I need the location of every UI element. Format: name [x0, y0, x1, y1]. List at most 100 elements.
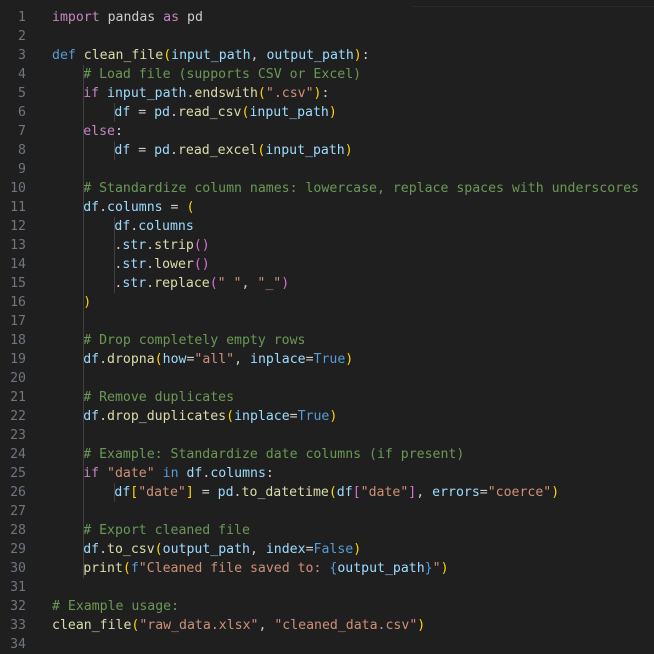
code-token: read_excel — [177, 142, 258, 158]
code-token: "all" — [194, 351, 235, 367]
code-token: "Cleaned file saved to: — [138, 560, 330, 576]
code-token: : — [321, 85, 330, 101]
code-token: index — [265, 541, 306, 557]
indent-guide — [83, 64, 85, 578]
code-token: ) — [328, 104, 337, 120]
code-token: output_path — [266, 47, 354, 63]
line-number: 24 — [10, 446, 26, 462]
code-line[interactable]: 4 # Load file (supports CSV or Excel) — [0, 65, 654, 84]
code-line[interactable]: 26 df["date"] = pd.to_datetime(df["date"]… — [0, 483, 654, 502]
code-token: pandas — [99, 9, 164, 25]
code-token: # Example usage: — [52, 598, 180, 614]
line-number: 31 — [10, 579, 26, 595]
code-line[interactable]: 5 if input_path.endswith(".csv"): — [0, 84, 654, 103]
code-line[interactable]: 15 .str.replace(" ", "_") — [0, 274, 654, 293]
code-line[interactable]: 6 df = pd.read_csv(input_path) — [0, 103, 654, 122]
code-token: pd — [154, 142, 170, 158]
code-editor[interactable]: 1 import pandas as pd 2 3 def clean_file(inp… — [0, 0, 654, 652]
code-token: True — [313, 351, 346, 367]
line-number: 33 — [10, 617, 26, 633]
code-token: else — [83, 123, 115, 139]
line-number: 28 — [10, 522, 26, 538]
line-number: 22 — [10, 408, 26, 424]
line-code: clean_file("raw_data.xlsx", "cleaned_dat… — [52, 616, 425, 635]
code-line[interactable]: 33 clean_file("raw_data.xlsx", "cleaned_d… — [0, 616, 654, 635]
code-line[interactable]: 32 # Example usage: — [0, 597, 654, 616]
line-number: 1 — [18, 9, 26, 25]
code-line[interactable]: 21 # Remove duplicates — [0, 388, 654, 407]
line-number: 21 — [10, 389, 26, 405]
line-code: .str.replace(" ", "_") — [114, 274, 289, 293]
line-number: 11 — [10, 199, 26, 215]
line-code: df = pd.read_csv(input_path) — [114, 103, 336, 122]
code-line[interactable]: 18 # Drop completely empty rows — [0, 331, 654, 350]
code-line[interactable]: 2 — [0, 27, 654, 46]
code-line[interactable]: 20 — [0, 369, 654, 388]
code-token: ] — [185, 484, 194, 500]
code-token: df — [114, 218, 131, 234]
code-token: df — [83, 351, 100, 367]
line-code: .str.strip() — [114, 236, 209, 255]
code-token: to_datetime — [241, 484, 329, 500]
code-line[interactable]: 12 df.columns — [0, 217, 654, 236]
code-line[interactable]: 27 — [0, 502, 654, 521]
code-line[interactable]: 9 — [0, 160, 654, 179]
code-line[interactable]: 19 df.dropna(how="all", inplace=True) — [0, 350, 654, 369]
code-token: strip — [154, 237, 194, 253]
line-number: 13 — [10, 237, 26, 253]
code-line[interactable]: 30 print(f"Cleaned file saved to: {output… — [0, 559, 654, 578]
line-code: import pandas as pd — [52, 8, 203, 27]
line-number: 5 — [18, 85, 26, 101]
line-number: 18 — [10, 332, 26, 348]
code-line[interactable]: 29 df.to_csv(output_path, index=False) — [0, 540, 654, 559]
line-number: 3 — [18, 47, 26, 63]
code-line[interactable]: 22 df.drop_duplicates(inplace=True) — [0, 407, 654, 426]
code-token: # Drop completely empty rows — [83, 332, 306, 348]
code-line[interactable]: 16) — [0, 293, 654, 312]
code-line[interactable]: 8 df = pd.read_excel(input_path) — [0, 141, 654, 160]
code-token: , — [234, 351, 250, 367]
code-token: = — [193, 484, 218, 500]
code-token: ( — [328, 484, 337, 500]
code-token: . — [233, 484, 242, 500]
code-line[interactable]: 3 def clean_file(input_path, output_path)… — [0, 46, 654, 65]
line-number: 8 — [18, 142, 26, 158]
code-line[interactable]: 28 # Export cleaned file — [0, 521, 654, 540]
code-line[interactable]: 7 else: — [0, 122, 654, 141]
line-code: # Remove duplicates — [83, 388, 234, 407]
code-line[interactable]: 17 — [0, 312, 654, 331]
code-token: () — [193, 237, 210, 253]
line-number: 9 — [18, 161, 26, 177]
code-line[interactable]: 25 if "date" in df.columns: — [0, 464, 654, 483]
code-token: = — [162, 199, 187, 215]
code-token: = — [479, 484, 488, 500]
code-token: "raw_data.xlsx" — [139, 617, 259, 633]
line-code: print(f"Cleaned file saved to: {output_p… — [83, 559, 448, 578]
line-number: 23 — [10, 427, 26, 443]
code-line[interactable]: 11 df.columns = ( — [0, 198, 654, 217]
code-token: drop_duplicates — [107, 408, 227, 424]
code-line[interactable]: 1 import pandas as pd — [0, 8, 654, 27]
code-token: , — [416, 484, 433, 500]
line-code: df.columns — [114, 217, 193, 236]
code-token: "date" — [138, 484, 186, 500]
line-number: 29 — [10, 541, 26, 557]
line-code: else: — [83, 122, 123, 141]
code-line[interactable]: 23 — [0, 426, 654, 445]
line-code: df.to_csv(output_path, index=False) — [83, 540, 361, 559]
code-line[interactable]: 13 .str.strip() — [0, 236, 654, 255]
code-token: ( — [154, 541, 163, 557]
code-token: str — [122, 237, 147, 253]
code-token: . — [99, 199, 108, 215]
code-line[interactable]: 34 — [0, 635, 654, 654]
code-token: print — [83, 560, 123, 576]
code-line[interactable]: 10 # Standardize column names: lowercase,… — [0, 179, 654, 198]
code-line[interactable]: 31 — [0, 578, 654, 597]
line-number: 6 — [18, 104, 26, 120]
code-line[interactable]: 24 # Example: Standardize date columns (i… — [0, 445, 654, 464]
line-code: df.dropna(how="all", inplace=True) — [83, 350, 353, 369]
code-line[interactable]: 14 .str.lower() — [0, 255, 654, 274]
code-token: ".csv" — [265, 85, 314, 101]
